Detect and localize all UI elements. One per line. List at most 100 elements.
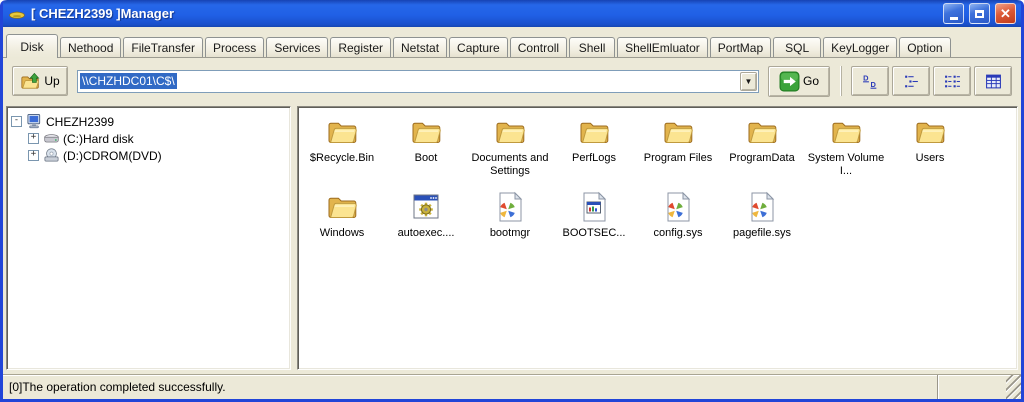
window-title: [ CHEZH2399 ]Manager [31,6,175,21]
tab-label: PortMap [717,40,764,55]
folder-icon [661,115,695,149]
file-label: bootmgr [489,227,531,239]
tab-capture[interactable]: Capture [449,37,508,57]
file-label: BOOTSEC... [562,227,626,239]
view-mode-icon [944,73,961,90]
tree-item[interactable]: + (D:)CDROM(DVD) [11,147,286,164]
maximize-button[interactable] [969,3,990,24]
sysfile-icon [661,190,695,224]
tab-services[interactable]: Services [266,37,329,57]
collapse-toggle[interactable]: - [11,116,22,127]
file-item[interactable]: pagefile.sys [720,190,804,240]
address-bar[interactable]: \\CHZHDC01\C$\ ▼ [77,69,759,93]
ufo-app-icon [8,5,26,23]
view-mode-icon [985,73,1002,90]
tab-filetransfer[interactable]: FileTransfer [123,37,203,57]
go-button[interactable]: Go [768,65,830,97]
close-icon: ✕ [1000,6,1011,21]
tree-children: + (C:)Hard disk + (D:)CDROM(DVD) [11,130,286,164]
folder-icon [913,115,947,149]
app-window: [ CHEZH2399 ]Manager ✕ Disk Nethood FileTr… [0,0,1024,402]
tree-item-computer[interactable]: - CHEZH2399 [11,113,286,130]
folder-icon [325,190,359,224]
file-label: $Recycle.Bin [309,152,375,164]
tab-label: Option [907,40,943,55]
computer-icon [26,113,43,130]
tab-label: FileTransfer [131,40,195,55]
large-icons-view-button[interactable] [851,66,889,96]
tree-item[interactable]: + (C:)Hard disk [11,130,286,147]
sysfile-icon [493,190,527,224]
tab-netstat[interactable]: Netstat [393,37,448,57]
status-message: [0]The operation completed successfully. [9,380,226,394]
tab-sql[interactable]: SQL [773,37,822,57]
tab-label: Disk [20,39,44,54]
file-label: Program Files [643,152,713,164]
expand-toggle[interactable]: + [28,133,39,144]
file-item[interactable]: Boot [384,115,468,178]
file-label: Users [915,152,945,164]
minimize-icon [949,16,958,20]
folder-icon [829,115,863,149]
expand-toggle[interactable]: + [28,150,39,161]
file-list-panel[interactable]: $Recycle.Bin Boot Documents and Settings… [297,106,1018,370]
toolbar: Up \\CHZHDC01\C$\ ▼ Go [3,58,1021,104]
batch-icon [409,190,443,224]
file-item[interactable]: Program Files [636,115,720,178]
file-item[interactable]: PerfLogs [552,115,636,178]
tab-option[interactable]: Option [899,37,951,57]
file-item[interactable]: bootmgr [468,190,552,240]
folder-icon [409,115,443,149]
file-item[interactable]: autoexec.... [384,190,468,240]
tab-keylogger[interactable]: KeyLogger [823,37,898,57]
file-item[interactable]: config.sys [636,190,720,240]
appfile-icon [577,190,611,224]
view-buttons-group [841,66,1012,96]
harddisk-icon [43,130,60,147]
tab-label: KeyLogger [831,40,890,55]
tab-process[interactable]: Process [204,37,265,57]
file-item[interactable]: $Recycle.Bin [300,115,384,178]
minimize-button[interactable] [943,3,964,24]
list-view-button[interactable] [933,66,971,96]
file-label: Documents and Settings [471,152,549,177]
tree-item-label: CHEZH2399 [46,114,115,129]
tab-register[interactable]: Register [330,37,392,57]
tree-item-label: (C:)Hard disk [63,131,134,146]
tab-disk[interactable]: Disk [6,34,58,58]
file-item[interactable]: Windows [300,190,384,240]
details-view-button[interactable] [974,66,1012,96]
tab-portmap[interactable]: PortMap [709,37,772,57]
file-item[interactable]: Users [888,115,972,178]
up-button[interactable]: Up [12,66,68,96]
tab-shell[interactable]: Shell [569,37,616,57]
sysfile-icon [745,190,779,224]
tab-label: Netstat [401,40,440,55]
file-item[interactable]: ProgramData [720,115,804,178]
main-content: - CHEZH2399 + (C:)Hard disk + (D:)CDROM(… [3,104,1021,374]
go-arrow-icon [779,71,800,92]
address-dropdown-button[interactable]: ▼ [740,71,757,91]
tab-label: Services [274,40,321,55]
file-label: Windows [319,227,365,239]
status-bar: [0]The operation completed successfully. [3,374,1021,399]
tab-label: Controll [517,40,560,55]
file-item[interactable]: System Volume I... [804,115,888,178]
tab-label: SQL [785,40,810,55]
file-item[interactable]: BOOTSEC... [552,190,636,240]
folder-icon [493,115,527,149]
title-bar[interactable]: [ CHEZH2399 ]Manager ✕ [3,0,1021,27]
tab-shellemluator[interactable]: ShellEmluator [617,37,708,57]
small-icons-view-button[interactable] [892,66,930,96]
tab-label: ShellEmluator [625,40,700,55]
file-item[interactable]: Documents and Settings [468,115,552,178]
file-label: ProgramData [729,152,795,164]
folder-tree-panel[interactable]: - CHEZH2399 + (C:)Hard disk + (D:)CDROM(… [6,106,291,370]
tab-nethood[interactable]: Nethood [60,37,122,57]
close-button[interactable]: ✕ [995,3,1016,24]
file-label: Boot [414,152,438,164]
up-button-label: Up [44,74,60,88]
tab-label: Nethood [68,40,114,55]
tab-controll[interactable]: Controll [509,37,568,57]
resize-grip[interactable] [1006,375,1021,399]
